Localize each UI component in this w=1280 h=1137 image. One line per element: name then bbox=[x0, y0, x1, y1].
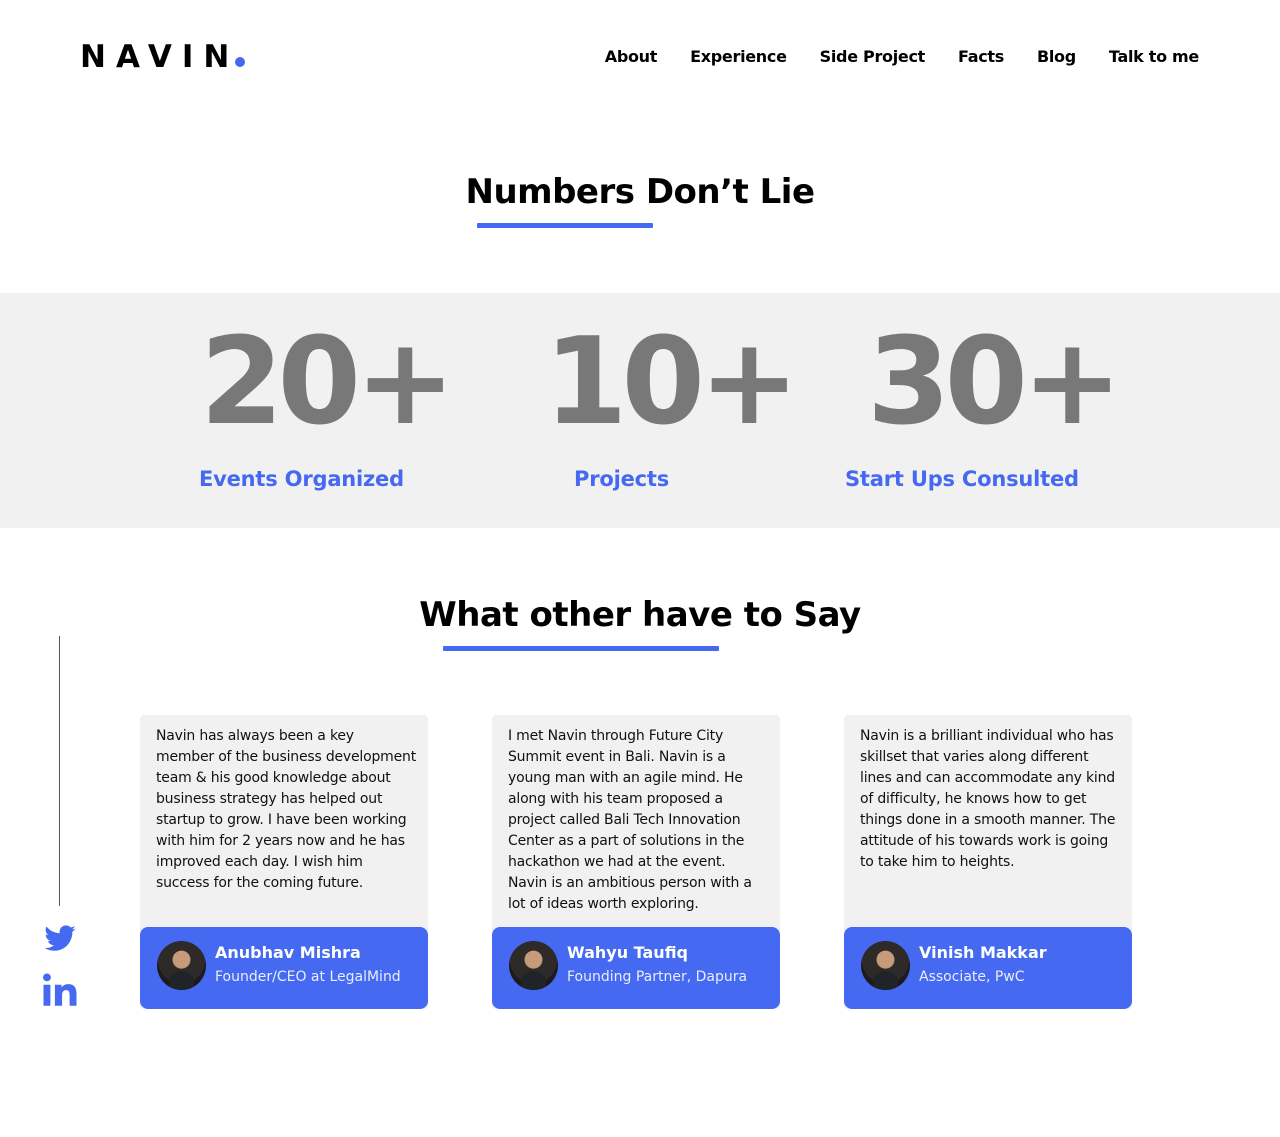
logo[interactable]: NAVIN bbox=[80, 38, 246, 76]
author-role: Founding Partner, Dapura bbox=[567, 969, 748, 985]
facts-title-underline bbox=[477, 223, 653, 228]
testimonial-quote: I met Navin through Future City Summit e… bbox=[508, 728, 752, 912]
stats-band: 20+ Events Organized 10+ Projects 30+ St… bbox=[0, 293, 1280, 528]
author-name: Vinish Makkar bbox=[919, 943, 1047, 962]
author-name: Wahyu Taufiq bbox=[567, 943, 689, 962]
testimonial-card: Navin is a brilliant individual who has … bbox=[844, 715, 1132, 1009]
logo-text: NAVIN bbox=[80, 39, 240, 75]
stat-number: 10+ bbox=[544, 313, 800, 452]
testimonial-author: Anubhav Mishra Founder/CEO at LegalMind bbox=[140, 927, 428, 1009]
testimonial-author: Vinish Makkar Associate, PwC bbox=[844, 927, 1132, 1009]
author-role: Associate, PwC bbox=[919, 969, 1025, 985]
avatar bbox=[509, 941, 558, 990]
nav-experience[interactable]: Experience bbox=[690, 46, 787, 68]
stat-label: Projects bbox=[574, 467, 670, 491]
social-divider-line bbox=[59, 636, 60, 906]
testimonial-quote: Navin is a brilliant individual who has … bbox=[860, 728, 1116, 870]
testimonial-card: I met Navin through Future City Summit e… bbox=[492, 715, 780, 1009]
stat-label: Start Ups Consulted bbox=[845, 467, 1079, 491]
testimonial-quote: Navin has always been a key member of th… bbox=[156, 728, 416, 891]
testimonial-author: Wahyu Taufiq Founding Partner, Dapura bbox=[492, 927, 780, 1009]
linkedin-icon[interactable] bbox=[42, 972, 78, 1010]
stat-number: 30+ bbox=[867, 313, 1123, 452]
site-header: NAVIN About Experience Side Project Fact… bbox=[0, 0, 1280, 115]
testimonial-card: Navin has always been a key member of th… bbox=[140, 715, 428, 1009]
stat-number: 20+ bbox=[200, 313, 456, 452]
avatar bbox=[861, 941, 910, 990]
testimonials-title: What other have to Say bbox=[419, 595, 861, 635]
facts-title: Numbers Don’t Lie bbox=[465, 172, 816, 212]
author-role: Founder/CEO at LegalMind bbox=[215, 969, 401, 985]
nav-about[interactable]: About bbox=[605, 46, 658, 68]
nav-blog[interactable]: Blog bbox=[1037, 46, 1076, 68]
testimonials-title-underline bbox=[443, 646, 719, 651]
nav-side-project[interactable]: Side Project bbox=[820, 46, 926, 68]
logo-dot bbox=[235, 57, 246, 67]
stat-label: Events Organized bbox=[199, 467, 404, 491]
nav-talk-to-me[interactable]: Talk to me bbox=[1109, 46, 1199, 68]
author-name: Anubhav Mishra bbox=[215, 943, 361, 962]
main-nav: About Experience Side Project Facts Blog… bbox=[605, 46, 1200, 68]
nav-facts[interactable]: Facts bbox=[958, 46, 1004, 68]
avatar bbox=[157, 941, 206, 990]
twitter-icon[interactable] bbox=[42, 922, 78, 956]
